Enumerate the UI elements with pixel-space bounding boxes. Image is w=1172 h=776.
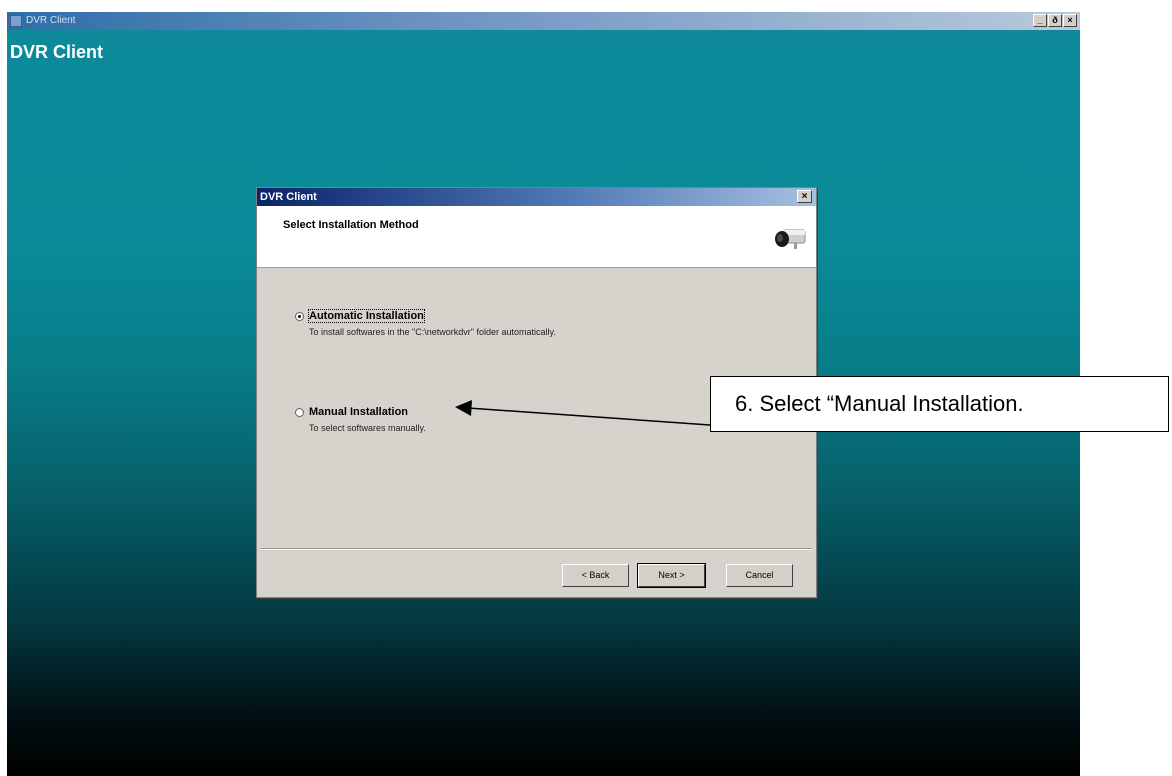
camera-icon xyxy=(775,229,806,249)
instruction-callout: 6. Select “Manual Installation. xyxy=(710,376,1169,432)
window-controls: _ ð × xyxy=(1033,14,1077,27)
cancel-button[interactable]: Cancel xyxy=(726,564,793,587)
window-title: DVR Client xyxy=(26,15,76,26)
back-button[interactable]: < Back xyxy=(562,564,629,587)
automatic-installation-description: To install softwares in the "C:\networkd… xyxy=(309,327,556,337)
app-heading: DVR Client xyxy=(10,42,104,62)
app-icon xyxy=(10,15,22,27)
dialog-header: Select Installation Method xyxy=(257,206,816,268)
dialog-title: DVR Client xyxy=(260,191,317,203)
dialog-titlebar[interactable]: DVR Client × xyxy=(257,188,816,206)
dialog-close-button[interactable]: × xyxy=(797,190,812,203)
dialog-heading: Select Installation Method xyxy=(283,219,419,231)
window-titlebar[interactable]: DVR Client _ ð × xyxy=(7,12,1080,30)
maximize-button[interactable]: ð xyxy=(1048,14,1062,27)
callout-text: 6. Select “Manual Installation. xyxy=(735,391,1024,416)
minimize-button[interactable]: _ xyxy=(1033,14,1047,27)
automatic-installation-radio[interactable] xyxy=(295,312,304,321)
close-button[interactable]: × xyxy=(1063,14,1077,27)
automatic-installation-label[interactable]: Automatic Installation xyxy=(308,309,425,323)
manual-installation-description: To select softwares manually. xyxy=(309,423,426,433)
manual-installation-radio[interactable] xyxy=(295,408,304,417)
manual-installation-label[interactable]: Manual Installation xyxy=(309,406,408,418)
dialog-separator xyxy=(261,548,812,550)
next-button[interactable]: Next > xyxy=(637,563,706,588)
